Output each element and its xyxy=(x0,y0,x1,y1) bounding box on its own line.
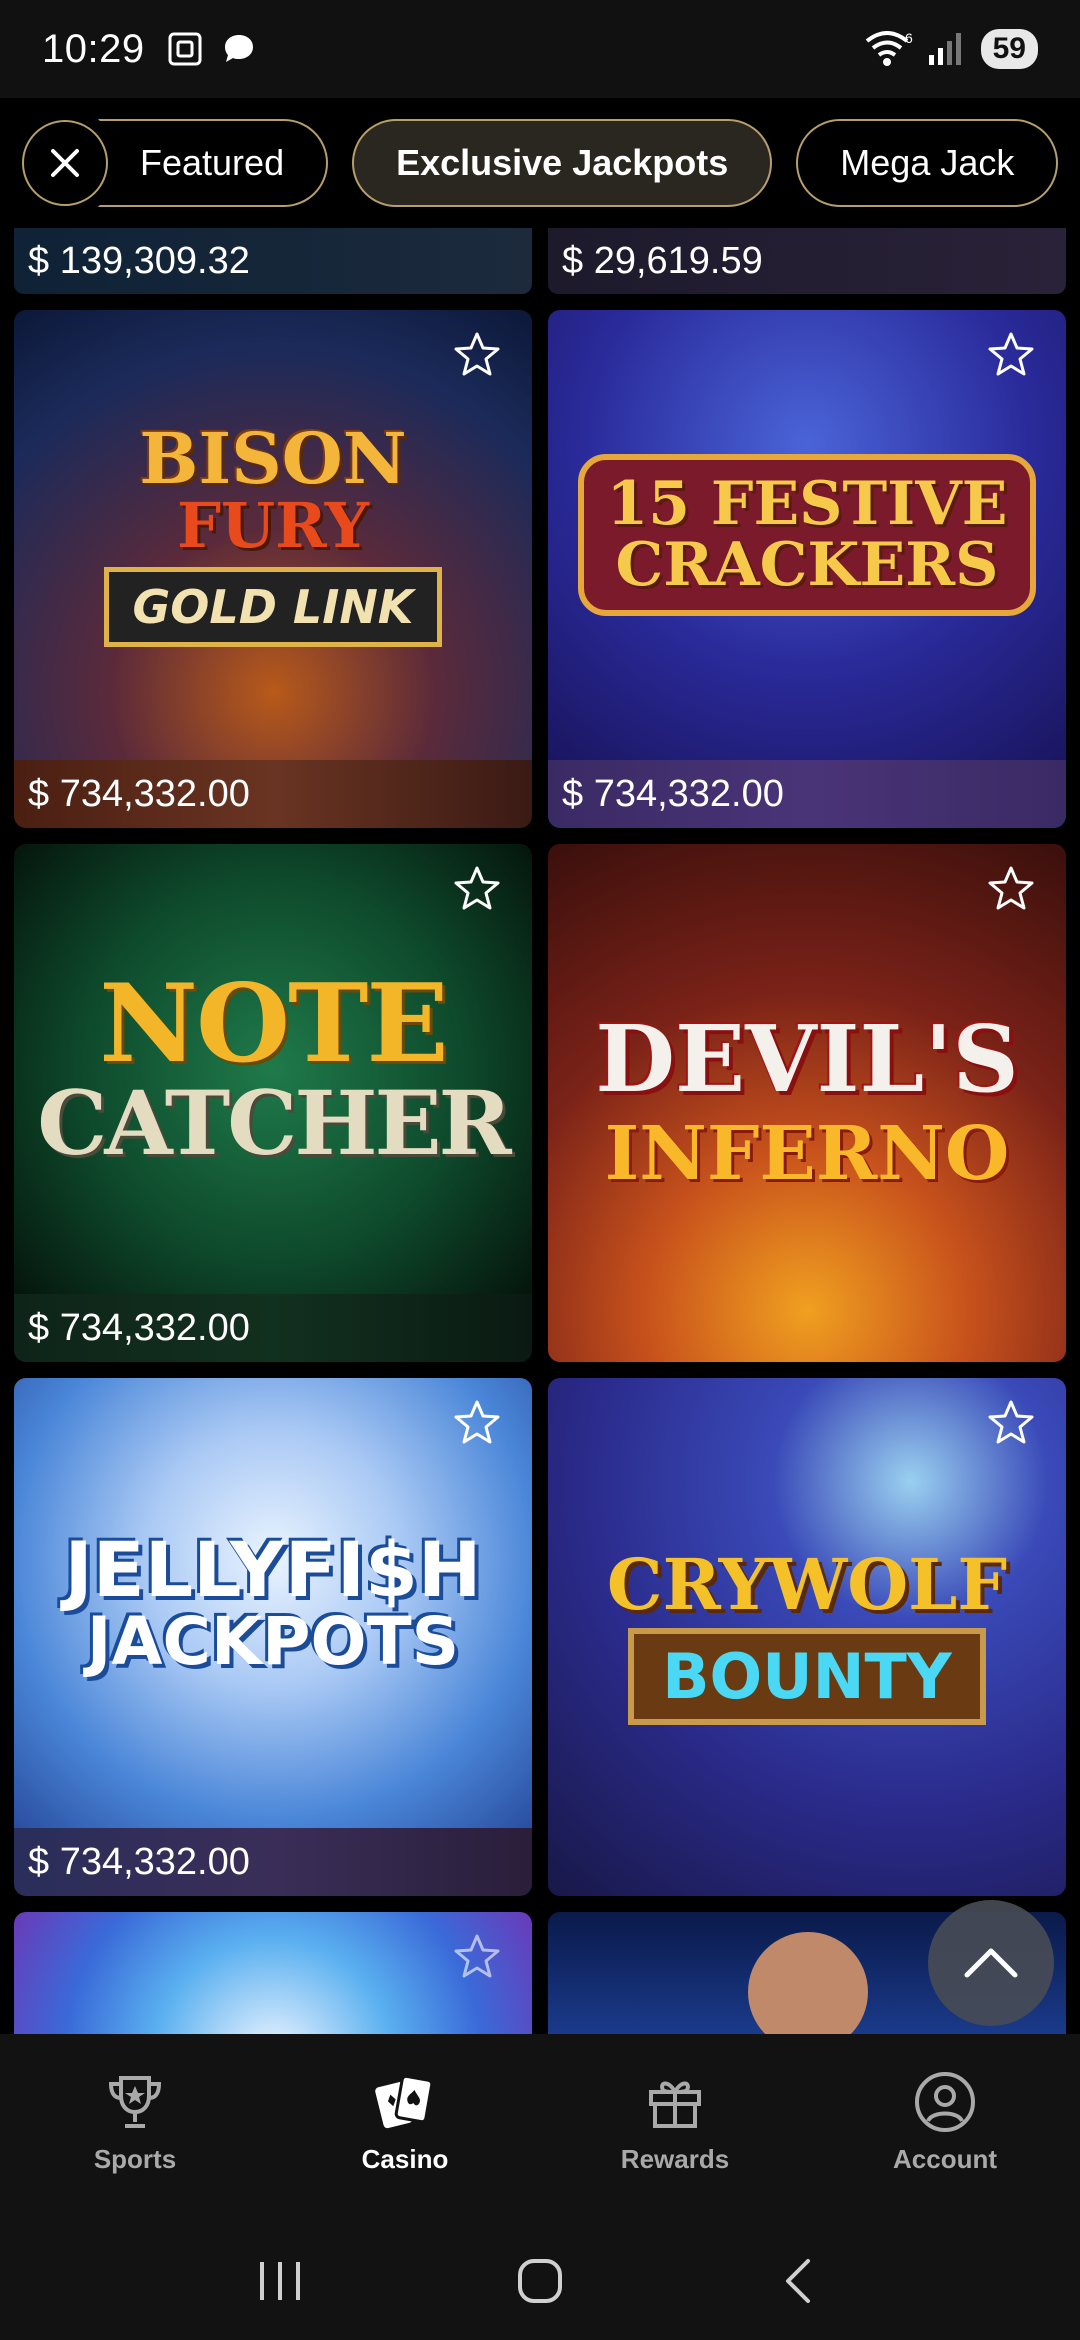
battery-indicator: 59 xyxy=(980,29,1038,69)
game-title-line: BISON xyxy=(139,416,407,500)
game-card-devils-inferno[interactable]: DEVIL'S INFERNO xyxy=(548,844,1066,1362)
favorite-star-icon[interactable] xyxy=(452,1398,502,1448)
game-title-line: BOUNTY xyxy=(628,1628,986,1726)
trophy-icon xyxy=(108,2076,162,2128)
game-title-line: JACKPOTS xyxy=(86,1603,460,1681)
signal-icon xyxy=(928,33,961,65)
jackpot-amount: $ 734,332.00 xyxy=(28,772,250,815)
top-row-card-1-jackpot[interactable]: $ 139,309.32 xyxy=(14,228,532,294)
game-title-line: JELLYFI$H xyxy=(64,1524,482,1614)
game-title-line: CATCHER xyxy=(37,1071,511,1176)
game-artwork: DEVIL'S INFERNO xyxy=(548,844,1066,1362)
jackpot-bar: $ 734,332.00 xyxy=(14,1828,532,1896)
status-bar: 10:29 6 59 xyxy=(0,0,1080,98)
top-row-card-2-jackpot[interactable]: $ 29,619.59 xyxy=(548,228,1066,294)
chevron-up-icon xyxy=(964,1948,1018,1978)
nav-label: Account xyxy=(893,2144,997,2174)
game-title-line: INFERNO xyxy=(604,1111,1010,1198)
jackpot-bar: $ 734,332.00 xyxy=(14,1294,532,1362)
chip-featured[interactable]: Featured xyxy=(98,119,329,207)
scroll-to-top-button[interactable] xyxy=(928,1900,1054,2026)
favorite-star-icon[interactable] xyxy=(986,330,1036,380)
jackpot-amount: $ 139,309.32 xyxy=(28,239,250,282)
chat-bubble-icon xyxy=(224,35,253,62)
game-title-line: CRYWOLF xyxy=(606,1542,1008,1626)
nav-item-account[interactable]: Account xyxy=(810,2034,1080,2222)
screenshot-icon xyxy=(168,32,202,66)
wifi-icon: 6 xyxy=(865,30,913,66)
nav-item-casino[interactable]: Casino xyxy=(270,2034,540,2222)
back-icon[interactable] xyxy=(772,2253,828,2309)
game-artwork: CRYWOLF BOUNTY xyxy=(548,1378,1066,1896)
wifi-label: 6 xyxy=(905,30,913,46)
game-card-15-festive-crackers[interactable]: 15 FESTIVE CRACKERS $ 734,332.00 xyxy=(548,310,1066,828)
cards-icon xyxy=(375,2074,434,2129)
jackpot-bar: $ 734,332.00 xyxy=(548,760,1066,828)
home-icon[interactable] xyxy=(512,2253,568,2309)
nav-label: Rewards xyxy=(620,2144,730,2174)
nav-item-rewards[interactable]: Rewards xyxy=(540,2034,810,2222)
jackpot-bar: $ 734,332.00 xyxy=(14,760,532,828)
favorite-star-icon[interactable] xyxy=(452,330,502,380)
favorite-star-icon[interactable] xyxy=(452,864,502,914)
nav-label: Sports xyxy=(93,2144,177,2174)
game-card-note-catcher[interactable]: NOTE CATCHER $ 734,332.00 xyxy=(14,844,532,1362)
favorite-star-icon[interactable] xyxy=(986,864,1036,914)
close-icon xyxy=(51,149,79,177)
game-title-line: FURY xyxy=(177,489,369,563)
game-title-line: CRACKERS xyxy=(615,530,999,600)
game-card-crywolf-bounty[interactable]: CRYWOLF BOUNTY xyxy=(548,1378,1066,1896)
close-filter-button[interactable] xyxy=(22,120,108,206)
game-title-line: DEVIL'S xyxy=(595,1005,1019,1114)
jackpot-amount: $ 734,332.00 xyxy=(28,1840,250,1883)
game-title-line: 15 FESTIVE xyxy=(606,468,1008,539)
jackpot-amount: $ 734,332.00 xyxy=(28,1306,250,1349)
game-card-jellyfish-jackpots[interactable]: JELLYFI$H JACKPOTS $ 734,332.00 xyxy=(14,1378,532,1896)
game-title-line: NOTE xyxy=(99,961,448,1088)
chip-exclusive-jackpots[interactable]: Exclusive Jackpots xyxy=(352,119,773,207)
jackpot-amount: $ 734,332.00 xyxy=(562,772,784,815)
game-card-partial-left[interactable] xyxy=(14,1912,532,2034)
system-navigation-bar xyxy=(0,2222,1080,2340)
nav-label: Casino xyxy=(361,2144,449,2174)
gift-icon xyxy=(649,2081,701,2128)
game-card-bison-fury[interactable]: BISON FURY GOLD LINK $ 734,332.00 xyxy=(14,310,532,828)
nav-item-sports[interactable]: Sports xyxy=(0,2034,270,2222)
chip-mega-jackpots[interactable]: Mega Jack xyxy=(796,119,1059,207)
status-time: 10:29 xyxy=(42,26,145,71)
jackpot-amount: $ 29,619.59 xyxy=(562,239,763,282)
game-grid: $ 139,309.32 $ 29,619.59 BISON FURY GOLD… xyxy=(0,228,1080,2034)
favorite-star-icon[interactable] xyxy=(986,1398,1036,1448)
account-icon xyxy=(915,2072,975,2132)
recent-apps-icon[interactable] xyxy=(252,2256,308,2306)
favorite-star-icon[interactable] xyxy=(452,1932,502,1982)
game-title-line: GOLD LINK xyxy=(103,567,443,648)
category-filter-bar: Featured Exclusive Jackpots Mega Jack xyxy=(0,98,1080,228)
bottom-navigation: Sports Casino Rewards Account xyxy=(0,2034,1080,2222)
